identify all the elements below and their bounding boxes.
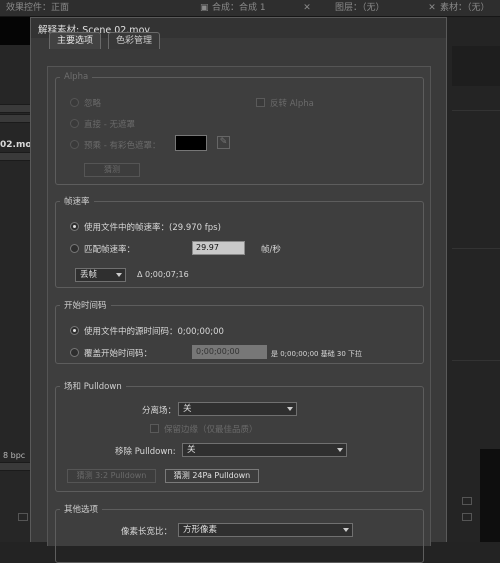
invert-alpha-checkbox[interactable] — [256, 98, 265, 107]
start-timecode-legend: 开始时间码 — [64, 301, 107, 311]
layer-switch-icon[interactable] — [462, 513, 472, 521]
timeline-strip — [480, 449, 500, 542]
close-icon[interactable]: ✕ — [302, 3, 312, 13]
pixel-aspect-ratio-select[interactable]: 方形像素 — [178, 523, 353, 537]
guess-24pa-pulldown-button[interactable]: 猜测 24Pa Pulldown — [165, 469, 259, 483]
use-file-frame-rate-label: 使用文件中的帧速率：(29.970 fps) — [84, 223, 221, 233]
close-icon[interactable]: ✕ — [427, 3, 437, 13]
alpha-straight-label: 直接 - 无遮罩 — [84, 120, 135, 130]
conform-frame-rate-input[interactable]: 29.97 — [192, 241, 245, 255]
fields-pulldown-legend: 场和 Pulldown — [64, 382, 122, 392]
preserve-edges-label: 保留边缘（仅最佳品质） — [164, 425, 258, 435]
eyedropper-icon[interactable]: ✎ — [217, 136, 230, 149]
bit-depth-indicator[interactable]: 8 bpc — [3, 451, 25, 460]
remove-pulldown-value: 关 — [187, 445, 196, 455]
use-file-frame-rate-radio[interactable] — [70, 222, 79, 231]
app-panel-tabbar: 效果控件：正面 ▣ 合成：合成 1 图层：（无） 素材：（无） ✕ ✕ — [0, 0, 500, 17]
use-source-timecode-label: 使用文件中的源时间码：0;00;00;00 — [84, 327, 224, 337]
pixel-aspect-ratio-value: 方形像素 — [183, 525, 218, 535]
panel-divider — [0, 114, 30, 123]
invert-alpha-label: 反转 Alpha — [270, 99, 314, 109]
use-source-timecode-radio[interactable] — [70, 326, 79, 335]
panel-divider — [0, 462, 30, 471]
alpha-legend: Alpha — [64, 72, 89, 82]
remove-pulldown-label: 移除 Pulldown: — [115, 447, 176, 457]
interpret-footage-dialog: 解释素材: Scene 02.mov 主要选项 色彩管理 Alpha 忽略 反转… — [30, 17, 447, 563]
viewer-area — [452, 46, 500, 86]
separate-fields-select[interactable]: 关 — [178, 402, 297, 416]
override-timecode-input[interactable]: 0;00;00;00 — [192, 345, 267, 359]
panel-divider — [452, 248, 500, 249]
other-options-legend: 其他选项 — [64, 505, 99, 515]
project-item-filename[interactable]: 02.mov — [0, 140, 30, 150]
project-thumbnail — [0, 17, 30, 45]
conform-frame-rate-label: 匹配帧速率： — [84, 245, 136, 255]
alpha-premultiplied-label: 预乘 - 有彩色遮罩： — [84, 141, 161, 151]
panel-divider — [0, 152, 30, 161]
separate-fields-label: 分离场： — [142, 406, 177, 416]
main-options-pane: Alpha 忽略 反转 Alpha 直接 - 无遮罩 预乘 - 有彩色遮罩： ✎… — [47, 66, 431, 563]
panel-divider — [452, 360, 500, 361]
chevron-down-icon — [287, 407, 293, 411]
tab-footage[interactable]: 素材：（无） — [440, 2, 490, 15]
override-timecode-radio[interactable] — [70, 348, 79, 357]
timecode-base-note: 是 0;00;00;00 基础 30 下拉 — [271, 350, 363, 358]
override-timecode-label: 覆盖开始时间码： — [84, 349, 153, 359]
drop-frame-select[interactable]: 丢帧 — [75, 268, 126, 282]
tab-main-options[interactable]: 主要选项 — [49, 32, 102, 49]
tab-color-management[interactable]: 色彩管理 — [108, 32, 161, 49]
drop-frame-value: 丢帧 — [80, 270, 98, 280]
frame-rate-unit: 帧/秒 — [261, 245, 281, 255]
alpha-ignore-label: 忽略 — [84, 99, 102, 109]
pixel-aspect-ratio-label: 像素长宽比： — [121, 527, 173, 537]
remove-pulldown-select[interactable]: 关 — [182, 443, 347, 457]
tab-effect-controls[interactable]: 效果控件：正面 — [6, 2, 69, 15]
alpha-straight-radio[interactable] — [70, 119, 79, 128]
composition-icon: ▣ — [200, 3, 209, 13]
duration-readout: Δ 0;00;07;16 — [137, 270, 189, 279]
layer-switch-icon[interactable] — [462, 497, 472, 505]
guess-alpha-button[interactable]: 猜测 — [84, 163, 140, 177]
frame-rate-legend: 帧速率 — [64, 197, 90, 207]
tab-layer[interactable]: 图层：（无） — [335, 2, 385, 15]
tab-composition[interactable]: 合成：合成 1 — [212, 2, 266, 15]
layer-switch-icon[interactable] — [18, 513, 28, 521]
separate-fields-value: 关 — [183, 404, 192, 414]
matte-color-swatch[interactable] — [175, 135, 207, 151]
conform-frame-rate-radio[interactable] — [70, 244, 79, 253]
chevron-down-icon — [116, 273, 122, 277]
chevron-down-icon — [337, 448, 343, 452]
preserve-edges-checkbox[interactable] — [150, 424, 159, 433]
guess-32-pulldown-button[interactable]: 猜测 3:2 Pulldown — [67, 469, 156, 483]
chevron-down-icon — [343, 528, 349, 532]
alpha-ignore-radio[interactable] — [70, 98, 79, 107]
alpha-premultiplied-radio[interactable] — [70, 140, 79, 149]
panel-divider — [452, 110, 500, 111]
panel-divider — [0, 104, 30, 113]
